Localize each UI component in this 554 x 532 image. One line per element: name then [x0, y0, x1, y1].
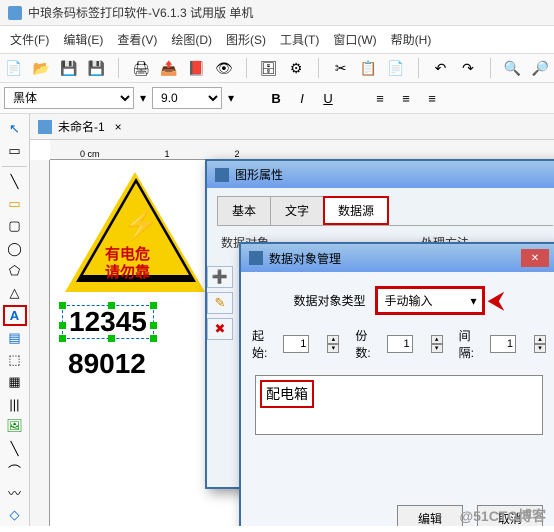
document-tabs: 未命名-1 ×	[30, 114, 554, 140]
doc-name[interactable]: 未命名-1	[58, 118, 105, 135]
zoomout-icon[interactable]: 🔎	[530, 58, 550, 78]
count-input[interactable]	[387, 335, 413, 353]
open-icon[interactable]: 📂	[32, 58, 52, 78]
arc-tool[interactable]: ⌒	[3, 461, 27, 481]
preview-icon[interactable]: 👁	[214, 58, 234, 78]
canvas-area: 未命名-1 × 0 cm12 ⚡ 有电危请勿靠 12345	[30, 114, 554, 526]
add-btn[interactable]: ➕	[207, 266, 233, 288]
menu-bar: 文件(F) 编辑(E) 查看(V) 绘图(D) 图形(S) 工具(T) 窗口(W…	[0, 26, 554, 53]
tab-text[interactable]: 文字	[270, 196, 324, 225]
bold-icon[interactable]: B	[266, 88, 286, 108]
underline-icon[interactable]: U	[318, 88, 338, 108]
pointer-tool[interactable]: ↖	[3, 119, 27, 139]
menu-tool[interactable]: 工具(T)	[274, 28, 325, 51]
italic-icon[interactable]: I	[292, 88, 312, 108]
tab-basic[interactable]: 基本	[217, 196, 271, 225]
align-center-icon[interactable]: ≡	[396, 88, 416, 108]
line-tool[interactable]: ╲	[3, 172, 27, 192]
settings-icon[interactable]: ⚙	[286, 58, 306, 78]
tab-datasource[interactable]: 数据源	[323, 196, 389, 225]
watermark: @51CTO博客	[459, 506, 546, 526]
text-object-2[interactable]: 89012	[62, 348, 152, 380]
dialog2-icon	[249, 251, 263, 265]
pdf-icon[interactable]: 📕	[187, 58, 207, 78]
dialog2-titlebar[interactable]: 数据对象管理 ✕	[241, 244, 554, 272]
app-title: 中琅条码标签打印软件-V6.1.3 试用版 单机	[28, 4, 253, 21]
type-label: 数据对象类型	[293, 292, 365, 309]
barcode2-tool[interactable]: |||	[3, 394, 27, 414]
font-toolbar: 黑体 ▾ 9.0 ▾ B I U ≡ ≡ ≡	[0, 83, 554, 114]
export-icon[interactable]: 📤	[159, 58, 179, 78]
close-dialog-icon[interactable]: ✕	[521, 249, 549, 267]
arrow-icon: ⮜	[487, 287, 504, 315]
image-tool[interactable]: 🖼	[3, 416, 27, 436]
property-tabs: 基本 文字 数据源	[217, 196, 553, 226]
ruler-vertical	[30, 160, 50, 526]
rect-tool[interactable]: ▭	[3, 194, 27, 214]
cut-icon[interactable]: ✂	[331, 58, 351, 78]
new-icon[interactable]: 📄	[4, 58, 24, 78]
polygon-tool[interactable]: ⬠	[3, 261, 27, 281]
close-tab-icon[interactable]: ×	[111, 120, 126, 134]
menu-help[interactable]: 帮助(H)	[385, 28, 438, 51]
workspace: ↖ ▭ ╲ ▭ ▢ ◯ ⬠ △ A ▤ ⬚ ▦ ||| 🖼 ╲ ⌒ 〰 ◇ 未命…	[0, 114, 554, 526]
font-select[interactable]: 黑体	[4, 87, 134, 109]
menu-window[interactable]: 窗口(W)	[327, 28, 382, 51]
text-object-1[interactable]: 12345	[62, 305, 154, 339]
edit-btn[interactable]: ✎	[207, 292, 233, 314]
delete-btn[interactable]: ✖	[207, 318, 233, 340]
menu-view[interactable]: 查看(V)	[111, 28, 163, 51]
dialog1-titlebar[interactable]: 图形属性	[207, 161, 554, 188]
zoomin-icon[interactable]: 🔍	[503, 58, 523, 78]
gap-input[interactable]	[490, 335, 516, 353]
qr-tool[interactable]: ▦	[3, 372, 27, 392]
menu-file[interactable]: 文件(F)	[4, 28, 55, 51]
undo-icon[interactable]: ↶	[431, 58, 451, 78]
menu-edit[interactable]: 编辑(E)	[57, 28, 109, 51]
ellipse-tool[interactable]: ◯	[3, 239, 27, 259]
star-tool[interactable]: ◇	[3, 505, 27, 525]
warning-text: 有电危请勿靠	[105, 246, 150, 282]
curve-tool[interactable]: ╲	[3, 438, 27, 458]
type-combo[interactable]: 手动输入▾	[375, 286, 485, 315]
redo-icon[interactable]: ↷	[458, 58, 478, 78]
title-bar: 中琅条码标签打印软件-V6.1.3 试用版 单机	[0, 0, 554, 26]
chevron-down-icon: ▾	[470, 294, 476, 308]
ruler-horizontal: 0 cm12	[50, 140, 554, 160]
doc-icon	[38, 120, 52, 134]
paste-icon[interactable]: 📄	[386, 58, 406, 78]
app-icon	[8, 6, 22, 20]
text-tool[interactable]: A	[3, 305, 27, 326]
db-icon[interactable]: 🗄	[259, 58, 279, 78]
align-right-icon[interactable]: ≡	[422, 88, 442, 108]
tool-sidebar: ↖ ▭ ╲ ▭ ▢ ◯ ⬠ △ A ▤ ⬚ ▦ ||| 🖼 ╲ ⌒ 〰 ◇	[0, 114, 30, 526]
saveas-icon[interactable]: 💾	[87, 58, 107, 78]
barcode-tool[interactable]: ⬚	[3, 350, 27, 370]
main-toolbar: 📄 📂 💾 💾 🖨 📤 📕 👁 🗄 ⚙ ✂ 📋 📄 ↶ ↷ 🔍 🔎	[0, 53, 554, 83]
menu-draw[interactable]: 绘图(D)	[165, 28, 218, 51]
roundrect-tool[interactable]: ▢	[3, 216, 27, 236]
triangle-tool[interactable]: △	[3, 283, 27, 303]
start-input[interactable]	[283, 335, 309, 353]
marquee-tool[interactable]: ▭	[3, 141, 27, 161]
size-select[interactable]: 9.0	[152, 87, 222, 109]
align-left-icon[interactable]: ≡	[370, 88, 390, 108]
dialog-icon	[215, 168, 229, 182]
path-tool[interactable]: 〰	[3, 483, 27, 503]
copy-icon[interactable]: 📋	[358, 58, 378, 78]
print-icon[interactable]: 🖨	[131, 58, 151, 78]
lightning-icon: ⚡	[122, 208, 159, 243]
text-content-input[interactable]: 配电箱	[255, 375, 543, 435]
data-manager-dialog: ➕ ✎ ✖ 数据对象管理 ✕ 数据对象类型 手动输入▾ ⮜ 起始:	[239, 242, 554, 526]
menu-shape[interactable]: 图形(S)	[220, 28, 272, 51]
save-icon[interactable]: 💾	[59, 58, 79, 78]
richtext-tool[interactable]: ▤	[3, 328, 27, 348]
ok-button[interactable]: 编辑	[397, 505, 463, 526]
